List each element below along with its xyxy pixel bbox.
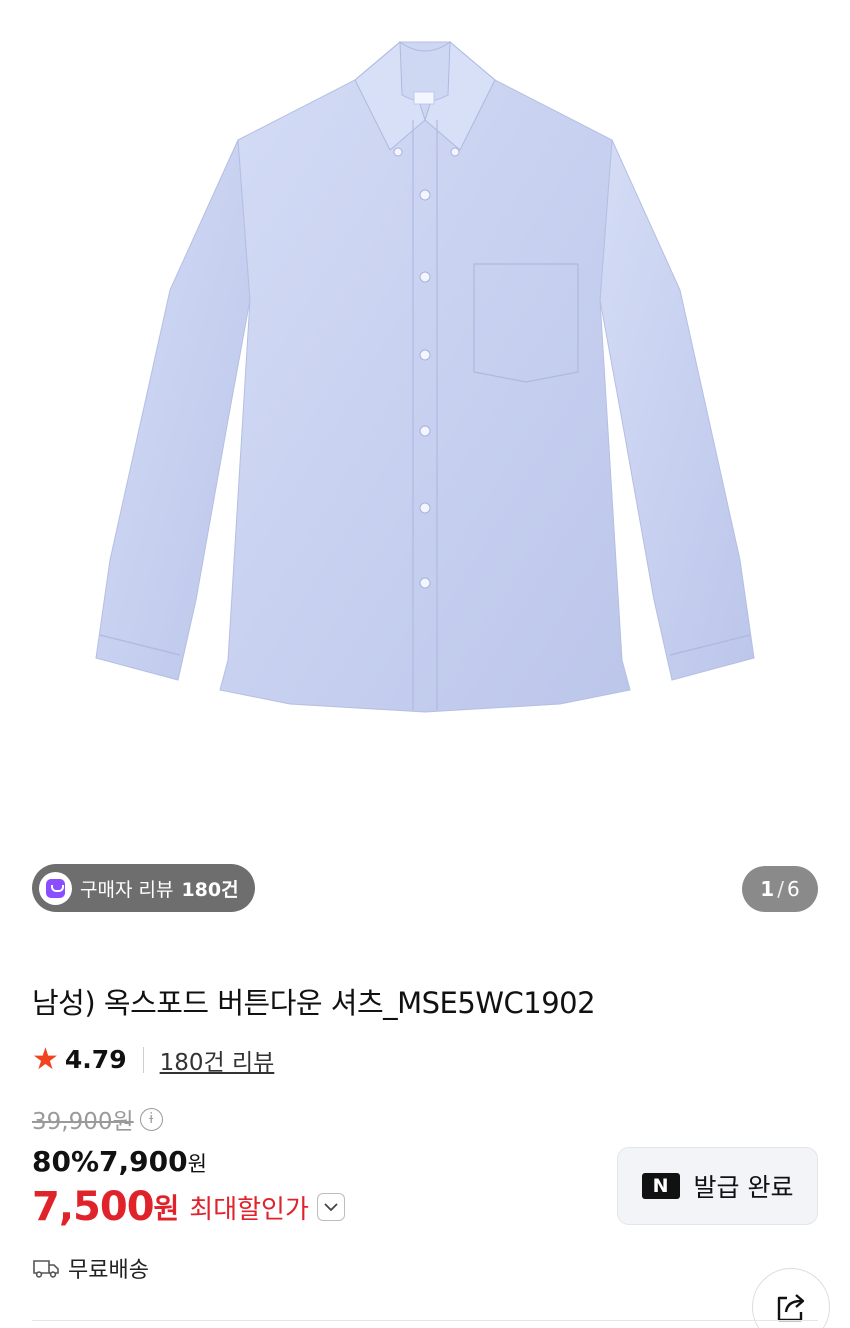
current-page: 1 (760, 877, 775, 901)
total-pages: 6 (786, 877, 800, 901)
star-icon: ★ (32, 1042, 59, 1077)
reviews-link[interactable]: 180건 리뷰 (160, 1043, 275, 1077)
coupon-issued-button[interactable]: N 발급 완료 (617, 1147, 818, 1225)
product-title: 남성) 옥스포드 버튼다운 셔츠_MSE5WC1902 (32, 986, 596, 1020)
divider (142, 1046, 144, 1073)
sale-price-row: 80% 7,900 원 (32, 1145, 207, 1178)
chevron-down-icon[interactable] (316, 1193, 345, 1221)
max-discount-label: 최대할인가 (189, 1194, 309, 1225)
review-badge-count: 180건 (181, 878, 239, 901)
naver-n-icon: N (641, 1173, 680, 1199)
review-badge-label: 구매자 리뷰 (80, 878, 174, 901)
truck-icon (33, 1260, 59, 1278)
max-discount-unit: 원 (153, 1192, 180, 1225)
product-image (95, 40, 755, 713)
shopping-bag-icon (39, 871, 72, 905)
info-icon[interactable]: i (139, 1107, 163, 1131)
sale-price: 7,900 (99, 1145, 188, 1178)
divider (32, 1320, 818, 1321)
shipping-label: 무료배송 (68, 1258, 149, 1283)
coupon-label: 발급 완료 (693, 1173, 794, 1202)
page-separator: / (777, 877, 784, 901)
discount-rate: 80% (32, 1145, 100, 1178)
sale-price-unit: 원 (187, 1152, 207, 1176)
product-image-gallery[interactable] (0, 0, 850, 840)
share-button[interactable] (752, 1268, 830, 1328)
max-discount-row[interactable]: 7,500 원 최대할인가 (32, 1184, 345, 1230)
rating-row: ★ 4.79 180건 리뷰 (32, 1042, 274, 1077)
original-price: 39,900원 (32, 1109, 134, 1135)
share-icon (777, 1294, 805, 1322)
rating-value: 4.79 (64, 1045, 127, 1074)
buyer-review-badge[interactable]: 구매자 리뷰 180건 (32, 864, 255, 912)
original-price-row: 39,900원 i (32, 1102, 163, 1136)
image-page-indicator: 1 / 6 (742, 866, 818, 912)
max-discount-price: 7,500 (32, 1184, 155, 1230)
shipping-info: 무료배송 (32, 1252, 149, 1284)
